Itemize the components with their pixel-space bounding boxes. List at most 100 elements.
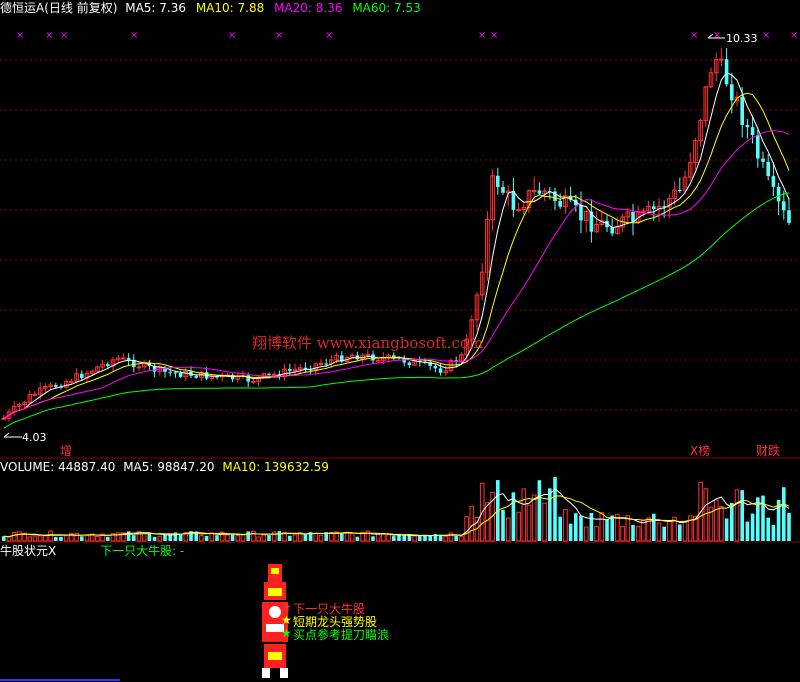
legend-star-1: ★: [281, 600, 292, 614]
signal-x-mark: ×: [490, 30, 498, 41]
volume-ma5-value: MA5: 98847.20: [123, 460, 215, 474]
candle-body: [771, 176, 776, 187]
volume-bar: [230, 534, 235, 541]
volume-bar: [235, 535, 241, 542]
volume-bar: [48, 530, 53, 542]
volume-bar: [635, 526, 641, 542]
candle-body: [511, 191, 516, 210]
volume-bar: [37, 535, 43, 542]
candle-body: [355, 355, 360, 360]
volume-bar: [771, 524, 776, 541]
volume-bar: [392, 536, 396, 541]
volume-bar: [501, 509, 505, 541]
event-marker-right-1[interactable]: X榜: [690, 442, 710, 459]
candle-body: [438, 368, 443, 373]
candle-body: [80, 373, 84, 379]
signal-x-mark: ×: [762, 30, 770, 41]
candles: [1, 47, 791, 422]
candle-body: [501, 187, 505, 193]
high-price-label: 10.33: [726, 32, 758, 45]
volume-bar: [11, 532, 17, 542]
volume-bar: [464, 516, 469, 542]
volume-bar: [318, 534, 324, 542]
volume-bar: [485, 502, 490, 542]
volume-ma10-value: MA10: 139632.59: [222, 460, 329, 474]
signal-x-mark: ×: [275, 30, 283, 41]
volume-bar: [548, 488, 552, 541]
volume-bar: [589, 513, 594, 541]
volume-bar: [194, 531, 198, 541]
volume-bar: [443, 535, 449, 542]
volume-bar: [303, 533, 308, 541]
candle-body: [106, 364, 110, 367]
volume-bar: [54, 536, 58, 541]
volume-bar: [730, 503, 734, 541]
volume-bar: [199, 535, 204, 542]
volume-bar: [537, 480, 542, 541]
event-marker-right-2[interactable]: 财跌: [756, 442, 780, 459]
ma5-value: MA5: 7.36: [125, 1, 186, 15]
volume-bar: [766, 517, 770, 541]
candle-body: [641, 210, 646, 213]
candle-body: [766, 161, 770, 177]
candle-body: [271, 373, 277, 376]
volume-bar: [448, 532, 454, 542]
candle-body: [324, 363, 328, 365]
volume-bar: [667, 520, 672, 542]
candle-body: [126, 357, 131, 360]
ma10-value: MA10: 7.88: [195, 1, 265, 15]
legend-star-2: ★: [281, 613, 292, 627]
volume-bar: [454, 535, 458, 541]
volume-bar: [631, 524, 635, 541]
volume-bar: [215, 535, 219, 541]
volume-bar: [542, 502, 547, 542]
volume-bar: [313, 533, 319, 542]
candle-body: [756, 134, 760, 159]
volume-bar: [63, 535, 69, 542]
stock-title: 德恒运A(日线 前复权): [0, 1, 118, 15]
volume-bar: [558, 516, 562, 541]
volume-bar: [678, 524, 682, 541]
volume-bar: [397, 534, 401, 541]
volume-bar: [553, 476, 557, 541]
indicator-name: 牛股状元X: [0, 544, 57, 558]
volume-bar: [163, 535, 167, 541]
volume-bar: [782, 487, 786, 541]
candle-body: [375, 359, 381, 362]
legend-star-3: ★: [281, 626, 292, 640]
chart-window: × × × × × × × × × × × × × ★ ★ ★ 德恒运A(日线 …: [0, 0, 800, 682]
volume-bar: [240, 534, 246, 542]
volume-bar: [59, 536, 63, 541]
candle-body: [531, 189, 537, 192]
candle-body: [69, 380, 74, 383]
volume-bar: [225, 534, 230, 542]
volume-bar: [126, 531, 131, 541]
volume-bar: [277, 531, 282, 541]
volume-bar: [1, 536, 6, 541]
candle-body: [267, 373, 271, 375]
candle-body: [194, 375, 198, 378]
candle-body: [652, 206, 656, 210]
volume-value: VOLUME: 44887.40: [0, 460, 116, 474]
volume-bar: [620, 525, 625, 542]
volume-bar: [756, 497, 760, 541]
ma5-line: [3, 71, 790, 419]
event-marker-left[interactable]: 增: [60, 442, 72, 459]
ma10-line: [3, 92, 790, 419]
volume-bar: [355, 536, 360, 541]
candle-body: [318, 362, 324, 365]
candle-body: [740, 97, 744, 125]
volume-bar: [761, 495, 765, 541]
candle-body: [610, 227, 614, 234]
volume-bar: [423, 535, 427, 541]
volume-bar: [713, 499, 719, 542]
signal-x-mark: ×: [478, 30, 486, 41]
candle-body: [719, 58, 724, 61]
low-price-label: 4.03: [22, 431, 47, 444]
volume-bar: [157, 535, 163, 542]
candle-body: [32, 393, 38, 396]
volume-bar: [251, 530, 256, 542]
volume-bar: [568, 523, 573, 541]
volume-bar: [344, 532, 350, 542]
candle-body: [173, 372, 178, 374]
